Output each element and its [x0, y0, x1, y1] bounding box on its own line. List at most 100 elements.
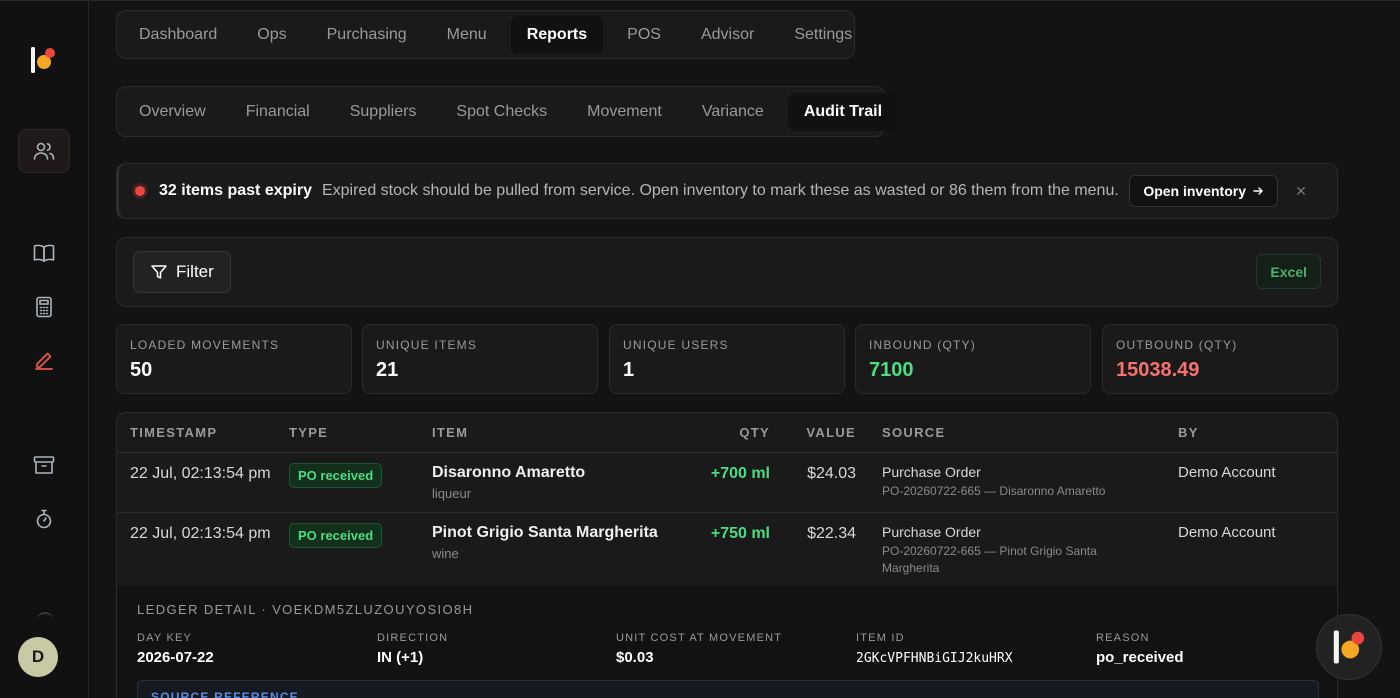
expiry-alert: 32 items past expiry Expired stock shoul… — [116, 163, 1338, 219]
filter-label: Filter — [176, 262, 214, 281]
stat-label: Unique items — [376, 338, 478, 352]
sidebar-item-costing[interactable] — [18, 285, 70, 329]
open-inventory-label: Open inventory — [1143, 183, 1246, 199]
excel-export-button[interactable]: Excel — [1256, 254, 1321, 289]
tab-dashboard[interactable]: Dashboard — [123, 16, 233, 54]
stat-label: Loaded movements — [130, 338, 280, 352]
app-logo[interactable] — [29, 45, 57, 75]
field-label: Item ID — [856, 632, 905, 644]
timer-icon — [36, 509, 52, 529]
field-value: 2026-07-22 — [137, 649, 214, 666]
cell-timestamp: 22 Jul, 02:13:54 pm — [130, 525, 271, 542]
app-logo-icon — [1333, 630, 1365, 664]
column-header-by[interactable]: By — [1178, 425, 1199, 440]
audit-trail-table: Timestamp Type Item Qty Value Source By … — [116, 412, 1338, 698]
column-header-source[interactable]: Source — [882, 425, 945, 440]
field-value: $0.03 — [616, 649, 654, 666]
cell-source-title: Purchase Order — [882, 464, 981, 480]
cell-item-category: liqueur — [432, 486, 472, 501]
tab-spot-checks[interactable]: Spot Checks — [440, 93, 563, 131]
sidebar-item-recipes[interactable] — [18, 231, 70, 275]
tab-reports[interactable]: Reports — [510, 15, 604, 54]
primary-tabs: Dashboard Ops Purchasing Menu Reports PO… — [116, 10, 855, 59]
source-reference-box: Source reference — [137, 680, 1319, 698]
close-icon[interactable]: ✕ — [1291, 181, 1311, 201]
ledger-field-unit-cost: Unit cost at movement $0.03 — [616, 632, 782, 666]
tab-settings[interactable]: Settings — [778, 16, 868, 54]
column-header-value[interactable]: Value — [777, 425, 856, 440]
filter-button[interactable]: Filter — [133, 251, 231, 293]
archive-icon — [33, 456, 55, 474]
type-badge: PO received — [289, 523, 383, 548]
sidebar-item-edit[interactable] — [18, 339, 70, 383]
column-header-item[interactable]: Item — [432, 425, 468, 440]
source-reference-label: Source reference — [151, 690, 299, 698]
stat-value: 1 — [623, 359, 635, 381]
field-label: Day key — [137, 632, 193, 644]
field-label: Reason — [1096, 632, 1150, 644]
table-row[interactable]: 22 Jul, 02:13:54 pm PO received Pinot Gr… — [117, 513, 1337, 587]
filter-icon — [151, 265, 167, 279]
assistant-launcher-button[interactable] — [1316, 614, 1382, 680]
sidebar-scroll-hint — [37, 612, 53, 620]
pencil-icon — [35, 352, 53, 370]
stat-unique-users: Unique users 1 — [609, 324, 845, 394]
book-icon — [33, 244, 55, 262]
tab-menu[interactable]: Menu — [431, 16, 503, 54]
cell-by: Demo Account — [1178, 464, 1276, 481]
sidebar: D — [0, 0, 89, 698]
alert-status-dot — [135, 186, 145, 196]
open-inventory-button[interactable]: Open inventory — [1129, 175, 1278, 207]
column-header-type[interactable]: Type — [289, 425, 328, 440]
tab-overview[interactable]: Overview — [123, 93, 222, 131]
stat-inbound-qty: Inbound (qty) 7100 — [855, 324, 1091, 394]
tab-pos[interactable]: POS — [611, 16, 677, 54]
stat-label: Inbound (qty) — [869, 338, 976, 352]
stat-value: 7100 — [869, 359, 914, 381]
sidebar-item-timer[interactable] — [18, 497, 70, 541]
tab-purchasing[interactable]: Purchasing — [311, 16, 423, 54]
ledger-field-direction: Direction IN (+1) — [377, 632, 448, 666]
column-header-qty[interactable]: Qty — [697, 425, 770, 440]
field-label: Direction — [377, 632, 449, 644]
report-tabs: Overview Financial Suppliers Spot Checks… — [116, 86, 899, 137]
ledger-field-day-key: Day key 2026-07-22 — [137, 632, 214, 666]
tab-variance[interactable]: Variance — [686, 93, 780, 131]
sidebar-item-inventory[interactable] — [18, 443, 70, 487]
arrow-right-icon — [1253, 187, 1263, 195]
cell-qty: +700 ml — [710, 465, 770, 482]
cell-value: $24.03 — [807, 465, 856, 482]
table-row[interactable]: 22 Jul, 02:13:54 pm PO received Disaronn… — [117, 453, 1337, 513]
cell-value: $22.34 — [807, 525, 856, 542]
tab-ops[interactable]: Ops — [241, 16, 302, 54]
stat-label: Outbound (qty) — [1116, 338, 1238, 352]
cell-source-ref: PO-20260722-665 — Pinot Grigio Santa Mar… — [882, 544, 1097, 575]
alert-title: 32 items past expiry — [159, 182, 312, 199]
sidebar-item-users[interactable] — [18, 129, 70, 173]
stat-loaded-movements: Loaded movements 50 — [116, 324, 352, 394]
cell-source-title: Purchase Order — [882, 524, 981, 540]
tab-movement[interactable]: Movement — [571, 93, 678, 131]
cell-timestamp: 22 Jul, 02:13:54 pm — [130, 465, 271, 482]
tab-audit-trail[interactable]: Audit Trail — [787, 92, 899, 131]
calculator-icon — [36, 296, 52, 318]
column-header-timestamp[interactable]: Timestamp — [130, 425, 217, 440]
stat-value: 50 — [130, 359, 153, 381]
ledger-detail-panel: Ledger detail · VOEKDM5ZLUZOUYOSIO8H Day… — [117, 586, 1337, 698]
cell-item-name: Disaronno Amaretto — [432, 464, 586, 481]
stat-unique-items: Unique items 21 — [362, 324, 598, 394]
stat-value: 21 — [376, 359, 399, 381]
type-badge: PO received — [289, 463, 383, 488]
tab-financial[interactable]: Financial — [230, 93, 326, 131]
cell-item-name: Pinot Grigio Santa Margherita — [432, 524, 658, 541]
avatar[interactable]: D — [18, 637, 58, 677]
field-value: po_received — [1096, 649, 1184, 666]
main-content: Dashboard Ops Purchasing Menu Reports PO… — [90, 0, 1400, 698]
alert-message: Expired stock should be pulled from serv… — [321, 182, 1119, 199]
field-value: IN (+1) — [377, 649, 424, 666]
field-value[interactable]: 2GKcVPFHNBiGIJ2kuHRX — [856, 651, 1013, 666]
tab-advisor[interactable]: Advisor — [685, 16, 770, 54]
filter-toolbar: Filter Excel — [116, 237, 1338, 307]
field-label: Unit cost at movement — [616, 632, 783, 644]
tab-suppliers[interactable]: Suppliers — [334, 93, 433, 131]
